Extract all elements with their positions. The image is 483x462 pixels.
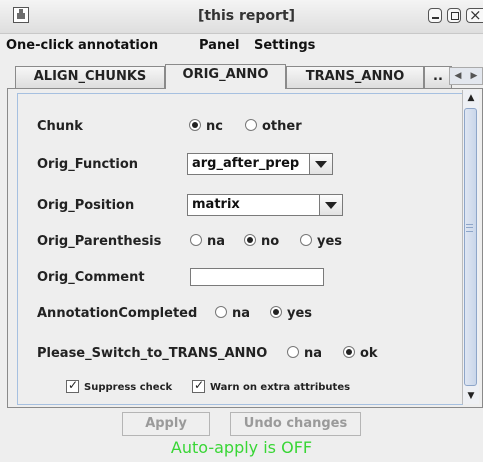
- completed-radio-yes[interactable]: yes: [270, 306, 312, 321]
- orig-function-label: Orig_Function: [37, 157, 139, 172]
- parenthesis-radio-no[interactable]: no: [244, 234, 279, 249]
- annotation-panel: Chunk nc other Orig_Function arg_after_p…: [7, 88, 483, 408]
- menu-bar: One-click annotation Panel Settings: [0, 35, 483, 59]
- scroll-up-icon[interactable]: ▲: [463, 90, 479, 106]
- scroll-thumb[interactable]: [464, 108, 477, 386]
- tab-scroll-left-icon[interactable]: ◀: [450, 68, 466, 84]
- title-bar: [this report]: [0, 0, 483, 34]
- chevron-down-icon[interactable]: [309, 154, 332, 174]
- switch-radio-na[interactable]: na: [287, 346, 322, 361]
- orig-position-label: Orig_Position: [37, 198, 135, 213]
- tab-overflow[interactable]: ..: [424, 66, 452, 88]
- menu-one-click-annotation[interactable]: One-click annotation: [6, 38, 158, 53]
- orig-comment-label: Orig_Comment: [37, 270, 145, 285]
- orig-position-combo[interactable]: matrix: [187, 194, 343, 216]
- orig-comment-field[interactable]: [190, 268, 324, 286]
- chevron-down-icon[interactable]: [319, 195, 342, 215]
- annotation-completed-label: AnnotationCompleted: [37, 306, 198, 321]
- warn-extra-attributes-check[interactable]: Warn on extra attributes: [192, 378, 350, 393]
- orig-parenthesis-label: Orig_Parenthesis: [37, 234, 162, 249]
- menu-settings[interactable]: Settings: [254, 38, 315, 53]
- form-area: Chunk nc other Orig_Function arg_after_p…: [17, 93, 463, 405]
- checkbox-icon: [192, 378, 205, 393]
- switch-radio-ok[interactable]: ok: [343, 346, 378, 361]
- auto-apply-status: Auto-apply is OFF: [170, 438, 313, 457]
- parenthesis-radio-na[interactable]: na: [190, 234, 225, 249]
- chunk-radio-nc[interactable]: nc: [189, 119, 223, 134]
- chunk-radio-other[interactable]: other: [245, 119, 302, 134]
- orig-function-combo[interactable]: arg_after_prep: [187, 153, 333, 175]
- menu-panel[interactable]: Panel: [199, 38, 239, 53]
- tab-orig-anno[interactable]: ORIG_ANNO: [165, 64, 286, 89]
- tab-scroll-right-icon[interactable]: ▶: [466, 68, 482, 84]
- tab-trans-anno[interactable]: TRANS_ANNO: [286, 66, 424, 88]
- minimize-icon[interactable]: [428, 8, 442, 23]
- chunk-label: Chunk: [37, 119, 83, 134]
- window-title: [this report]: [197, 8, 296, 24]
- apply-button[interactable]: Apply: [122, 412, 210, 436]
- completed-radio-na[interactable]: na: [215, 306, 250, 321]
- close-icon[interactable]: [466, 6, 483, 24]
- maximize-icon[interactable]: [447, 8, 461, 23]
- vertical-scrollbar[interactable]: ▲ ▼: [462, 90, 479, 404]
- suppress-check[interactable]: Suppress check: [66, 378, 172, 393]
- tab-align-chunks[interactable]: ALIGN_CHUNKS: [15, 66, 165, 88]
- parenthesis-radio-yes[interactable]: yes: [300, 234, 342, 249]
- undo-changes-button[interactable]: Undo changes: [230, 412, 361, 436]
- checkbox-icon: [66, 378, 79, 393]
- scroll-down-icon[interactable]: ▼: [463, 388, 479, 404]
- tab-scroll-buttons: ◀ ▶: [449, 67, 483, 85]
- tab-bar: ALIGN_CHUNKS ORIG_ANNO TRANS_ANNO .. ◀ ▶: [15, 64, 483, 89]
- please-switch-label: Please_Switch_to_TRANS_ANNO: [37, 346, 268, 361]
- grip-icon: [466, 224, 473, 232]
